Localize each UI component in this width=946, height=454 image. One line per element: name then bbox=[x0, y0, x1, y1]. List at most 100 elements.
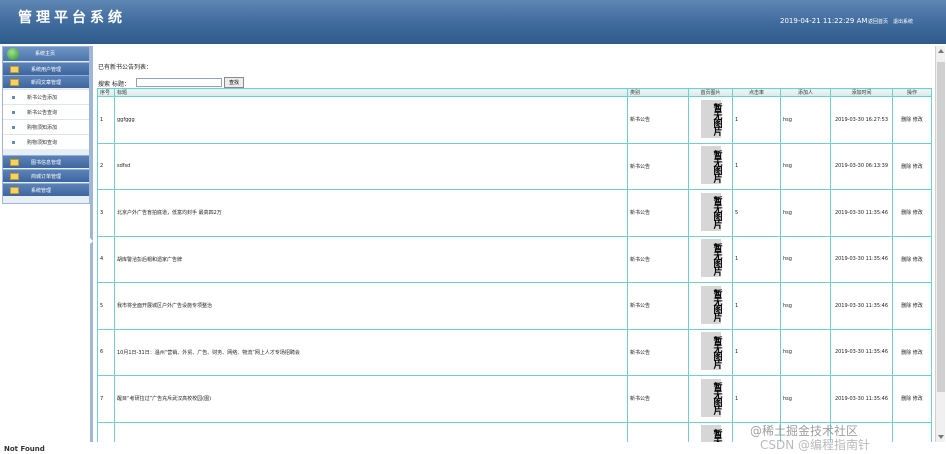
row-user: hsg bbox=[780, 142, 831, 190]
status-text: Not Found bbox=[4, 445, 45, 453]
row-user: hsg bbox=[780, 282, 831, 330]
row-user: hsg bbox=[780, 328, 831, 376]
edit-link[interactable]: 修改 bbox=[913, 210, 923, 216]
sidebar-sub-query-guide[interactable]: 购物须知查询 bbox=[3, 134, 89, 149]
row-no: 3 bbox=[97, 189, 115, 237]
sidebar-item-label: 购物须知查询 bbox=[27, 140, 58, 146]
edit-link[interactable]: 修改 bbox=[913, 117, 923, 123]
delete-link[interactable]: 删除 bbox=[901, 396, 911, 402]
edit-link[interactable]: 修改 bbox=[913, 350, 923, 356]
edit-link[interactable]: 修改 bbox=[913, 164, 923, 170]
users-icon bbox=[7, 48, 19, 60]
home-link[interactable]: 返回首页 bbox=[868, 18, 888, 25]
search-label: 搜索 bbox=[98, 81, 111, 88]
row-image-cell: 暂无图片 bbox=[688, 235, 733, 283]
col-header-actions: 操作 bbox=[892, 88, 932, 97]
row-time: 2019-03-30 11:35:46 bbox=[830, 328, 893, 376]
sidebar-item-book-management[interactable]: 图书信息管理 bbox=[3, 155, 89, 168]
row-clicks: 5 bbox=[732, 189, 781, 237]
title-search-input[interactable] bbox=[136, 78, 222, 87]
row-no: 5 bbox=[97, 282, 115, 330]
row-actions: 删除 修改 bbox=[892, 375, 932, 423]
row-user: hsg bbox=[780, 96, 831, 144]
col-header-title: 标题 bbox=[114, 88, 628, 97]
row-time: 2019-03-30 16:27:53 bbox=[830, 96, 893, 144]
edit-link[interactable]: 修改 bbox=[913, 396, 923, 402]
folder-icon bbox=[10, 173, 19, 180]
bullet-icon bbox=[12, 111, 15, 114]
sidebar-item-label: 图书信息管理 bbox=[31, 160, 62, 166]
sidebar: 系统主页 系统用户管理 新闻文章管理 新书公告添加 新书公告查询 购物须知添加 … bbox=[2, 46, 90, 204]
delete-link[interactable]: 删除 bbox=[901, 303, 911, 309]
row-clicks: 1 bbox=[732, 142, 781, 190]
table-row: 3 北京户外广告盲拍底道，低富均封手 最高四2万 新书公告 暂无图片 5 hsg… bbox=[97, 189, 932, 237]
sidebar-item-user-management[interactable]: 系统用户管理 bbox=[3, 62, 89, 75]
delete-link[interactable]: 删除 bbox=[901, 257, 911, 263]
row-title: 10月1日-31日：温州“营销、外贸、广告、财务、网络、物流”网上人才专场招聘会 bbox=[114, 328, 628, 376]
no-image-placeholder: 暂无图片 bbox=[700, 239, 722, 278]
sidebar-home[interactable]: 系统主页 bbox=[3, 47, 89, 61]
sidebar-home-label: 系统主页 bbox=[35, 51, 56, 57]
row-clicks: 1 bbox=[732, 375, 781, 423]
vertical-scrollbar[interactable] bbox=[935, 46, 945, 442]
row-type-partial bbox=[627, 421, 689, 442]
scroll-down-icon[interactable] bbox=[938, 435, 944, 439]
table-row: 6 10月1日-31日：温州“营销、外贸、广告、财务、网络、物流”网上人才专场招… bbox=[97, 328, 932, 376]
delete-link[interactable]: 删除 bbox=[901, 164, 911, 170]
no-image-placeholder: 暂无图片 bbox=[700, 378, 722, 417]
row-title: ggfggg bbox=[114, 96, 628, 144]
row-no-partial bbox=[97, 421, 115, 442]
row-clicks: 1 bbox=[732, 96, 781, 144]
folder-icon bbox=[10, 159, 19, 166]
edit-link[interactable]: 修改 bbox=[913, 303, 923, 309]
delete-link[interactable]: 删除 bbox=[901, 117, 911, 123]
delete-link[interactable]: 删除 bbox=[901, 350, 911, 356]
row-type: 新书公告 bbox=[627, 189, 689, 237]
row-title: 胡库警洽彭后帽和遗家广告牌 bbox=[114, 235, 628, 283]
sidebar-sub-add-notice[interactable]: 新书公告添加 bbox=[3, 89, 89, 104]
no-image-placeholder: 暂无图片 bbox=[700, 146, 722, 185]
folder-icon bbox=[10, 66, 19, 73]
row-actions-partial bbox=[892, 421, 932, 442]
sidebar-splitter[interactable] bbox=[90, 46, 93, 442]
table-row: 1 ggfggg 新书公告 暂无图片 1 hsg 2019-03-30 16:2… bbox=[97, 96, 932, 144]
no-image-placeholder: 暂无图片 bbox=[700, 192, 722, 231]
row-image-cell: 暂无图片 bbox=[688, 189, 733, 237]
sidebar-sub-query-notice[interactable]: 新书公告查询 bbox=[3, 104, 89, 119]
row-title: 我市将全面开展城区户外广告设施专项整治 bbox=[114, 282, 628, 330]
row-title: 北京户外广告盲拍底道，低富均封手 最高四2万 bbox=[114, 189, 628, 237]
folder-icon bbox=[10, 187, 19, 194]
row-no: 6 bbox=[97, 328, 115, 376]
bullet-icon bbox=[12, 126, 15, 129]
no-image-placeholder: 暂无图片 bbox=[700, 332, 722, 371]
title-label: 标题： bbox=[112, 81, 131, 88]
logout-link[interactable]: 退出系统 bbox=[893, 18, 913, 25]
table-header-row: 序号 标题 类别 首页图片 点击率 添加人 添加时间 操作 bbox=[97, 88, 932, 97]
main-content: 已有新书公告列表： 搜索 标题： 查找 序号 标题 类别 首页图片 点击率 添加… bbox=[94, 46, 934, 442]
row-image-cell: 暂无图片 bbox=[688, 328, 733, 376]
row-type: 新书公告 bbox=[627, 96, 689, 144]
row-time: 2019-03-30 11:35:46 bbox=[830, 282, 893, 330]
current-datetime: 2019-04-21 11:22:29 AM bbox=[780, 17, 868, 25]
sidebar-item-label: 新书公告添加 bbox=[27, 95, 58, 101]
row-type: 新书公告 bbox=[627, 375, 689, 423]
sidebar-item-system-management[interactable]: 系统管理 bbox=[3, 183, 89, 196]
search-button[interactable]: 查找 bbox=[224, 77, 244, 88]
collapse-arrow-icon[interactable] bbox=[90, 238, 93, 244]
sidebar-item-order-management[interactable]: 商城订单管理 bbox=[3, 169, 89, 182]
delete-link[interactable]: 删除 bbox=[901, 210, 911, 216]
scroll-thumb[interactable] bbox=[937, 62, 945, 392]
table-row: 5 我市将全面开展城区户外广告设施专项整治 新书公告 暂无图片 1 hsg 20… bbox=[97, 282, 932, 330]
sidebar-sub-add-guide[interactable]: 购物须知添加 bbox=[3, 119, 89, 134]
row-actions: 删除 修改 bbox=[892, 282, 932, 330]
sidebar-item-news-management[interactable]: 新闻文章管理 bbox=[3, 75, 89, 88]
bullet-icon bbox=[12, 96, 15, 99]
sidebar-item-label: 系统管理 bbox=[31, 188, 52, 194]
row-actions: 删除 修改 bbox=[892, 96, 932, 144]
scroll-up-icon[interactable] bbox=[938, 49, 944, 53]
folder-icon bbox=[10, 79, 19, 86]
sidebar-item-label: 新书公告查询 bbox=[27, 110, 58, 116]
row-user: hsg bbox=[780, 189, 831, 237]
edit-link[interactable]: 修改 bbox=[913, 257, 923, 263]
bullet-icon bbox=[12, 141, 15, 144]
